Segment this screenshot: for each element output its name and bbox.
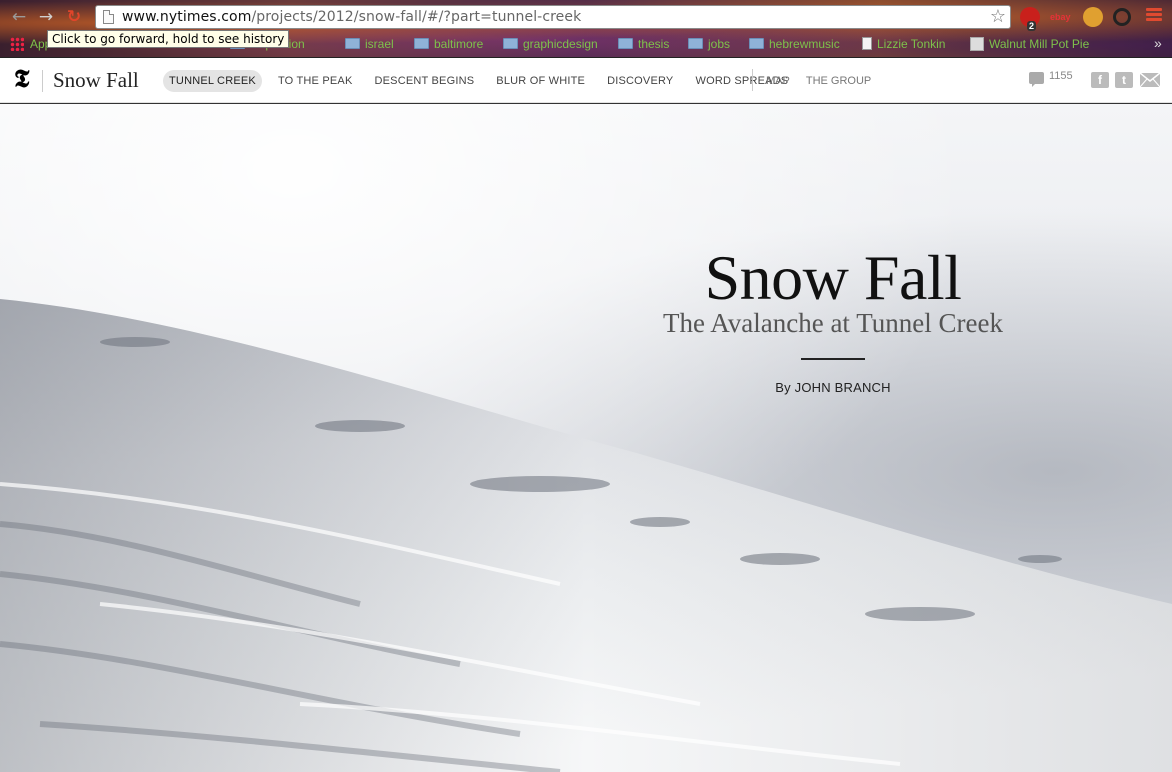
image-icon <box>970 37 984 51</box>
ebay-extension-icon[interactable]: ebay <box>1050 7 1072 27</box>
folder-icon <box>503 38 518 49</box>
adblock-extension-icon[interactable]: 2 <box>1020 7 1040 31</box>
chapter-to-the-peak[interactable]: TO THE PEAK <box>272 70 359 92</box>
comment-icon <box>1029 72 1044 87</box>
amazon-extension-icon[interactable] <box>1083 7 1103 27</box>
folder-icon <box>414 38 429 49</box>
address-bar[interactable]: www.nytimes.com/projects/2012/snow-fall/… <box>95 5 1011 29</box>
bookmark-jobs[interactable]: jobs <box>688 35 730 53</box>
star-icon[interactable]: ☆ <box>990 6 1006 28</box>
logo-divider <box>42 70 43 92</box>
twitter-share-icon[interactable]: t <box>1115 72 1133 88</box>
folder-icon <box>345 38 360 49</box>
email-share-icon[interactable] <box>1139 72 1161 88</box>
adblock-badge: 2 <box>1027 21 1037 31</box>
bookmark-thesis[interactable]: thesis <box>618 35 669 53</box>
nav-divider <box>752 69 753 91</box>
back-arrow-icon[interactable]: ← <box>8 6 30 28</box>
folder-icon <box>688 38 703 49</box>
bookmark-israel[interactable]: israel <box>345 35 394 53</box>
menu-icon[interactable] <box>1146 8 1162 24</box>
hero-subtitle: The Avalanche at Tunnel Creek <box>663 308 1003 338</box>
folder-icon <box>749 38 764 49</box>
bookmark-hebrewmusic[interactable]: hebrewmusic <box>749 35 840 53</box>
the-group-link[interactable]: THE GROUP <box>803 70 874 92</box>
bookmark-graphicdesign[interactable]: graphicdesign <box>503 35 598 53</box>
chapter-nav: TUNNEL CREEK TO THE PEAK DESCENT BEGINS … <box>163 70 804 92</box>
hero-title: Snow Fall <box>704 242 962 313</box>
url-path: /projects/2012/snow-fall/#/?part=tunnel-… <box>251 9 582 25</box>
bookmark-walnut-mill-pot-pie[interactable]: Walnut Mill Pot Pie <box>970 35 1089 53</box>
chapter-discovery[interactable]: DISCOVERY <box>601 70 679 92</box>
facebook-share-icon[interactable]: f <box>1091 72 1109 88</box>
bookmarks-overflow-icon[interactable]: » <box>1154 35 1162 51</box>
site-header: 𝕿 Snow Fall TUNNEL CREEK TO THE PEAK DES… <box>0 58 1172 103</box>
extra-nav: MAP THE GROUP <box>763 70 884 92</box>
hero-byline: By JOHN BRANCH <box>775 380 891 395</box>
map-link[interactable]: MAP <box>763 70 793 92</box>
browser-chrome: ← → ↻ www.nytimes.com/projects/2012/snow… <box>0 0 1172 58</box>
forward-tooltip: Click to go forward, hold to see history <box>47 30 290 48</box>
folder-icon <box>618 38 633 49</box>
chapter-blur-of-white[interactable]: BLUR OF WHITE <box>490 70 591 92</box>
nyt-logo[interactable]: 𝕿 <box>14 67 29 93</box>
forward-arrow-icon[interactable]: → <box>35 6 57 28</box>
snow-slope-image <box>0 299 1172 772</box>
hero-text: Snow Fall The Avalanche at Tunnel Creek … <box>633 242 1033 395</box>
address-url[interactable]: www.nytimes.com/projects/2012/snow-fall/… <box>122 9 581 25</box>
site-title[interactable]: Snow Fall <box>53 67 139 93</box>
chapter-tunnel-creek[interactable]: TUNNEL CREEK <box>163 70 262 92</box>
extension-circle-icon[interactable] <box>1113 8 1131 26</box>
page-icon <box>103 10 114 24</box>
comment-count: 1155 <box>1049 70 1073 82</box>
page-icon <box>862 37 872 50</box>
chapter-descent-begins[interactable]: DESCENT BEGINS <box>369 70 481 92</box>
bookmark-baltimore[interactable]: baltimore <box>414 35 483 53</box>
url-host: www.nytimes.com <box>122 9 252 25</box>
reload-icon[interactable]: ↻ <box>63 6 85 28</box>
apps-grid-icon[interactable] <box>10 37 24 51</box>
hero-section: Snow Fall The Avalanche at Tunnel Creek … <box>0 104 1172 772</box>
bookmark-lizzie-tonkin[interactable]: Lizzie Tonkin <box>862 35 945 53</box>
hero-divider <box>801 358 865 360</box>
